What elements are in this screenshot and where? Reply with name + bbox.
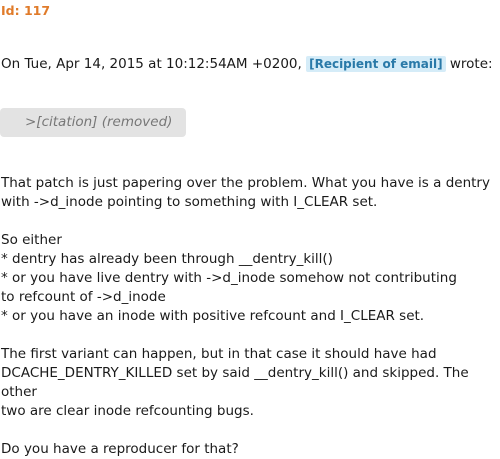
message-body: That patch is just papering over the pro… [1,174,497,459]
recipient-badge: [Recipient of email] [306,56,446,72]
citation-removed-block: >[citation] (removed) [0,108,186,137]
body-paragraph-3: The first variant can happen, but in tha… [1,346,469,419]
quote-header-wrote: wrote: [449,56,493,72]
body-paragraph-4: Do you have a reproducer for that? [1,441,239,457]
body-paragraph-1: That patch is just papering over the pro… [1,175,490,210]
quote-header: On Tue, Apr 14, 2015 at 10:12:54AM +0200… [1,56,493,72]
message-id-label: Id: 117 [1,3,51,18]
body-paragraph-2: So either * dentry has already been thro… [1,232,457,324]
quote-header-date: On Tue, Apr 14, 2015 at 10:12:54AM +0200… [1,56,302,72]
